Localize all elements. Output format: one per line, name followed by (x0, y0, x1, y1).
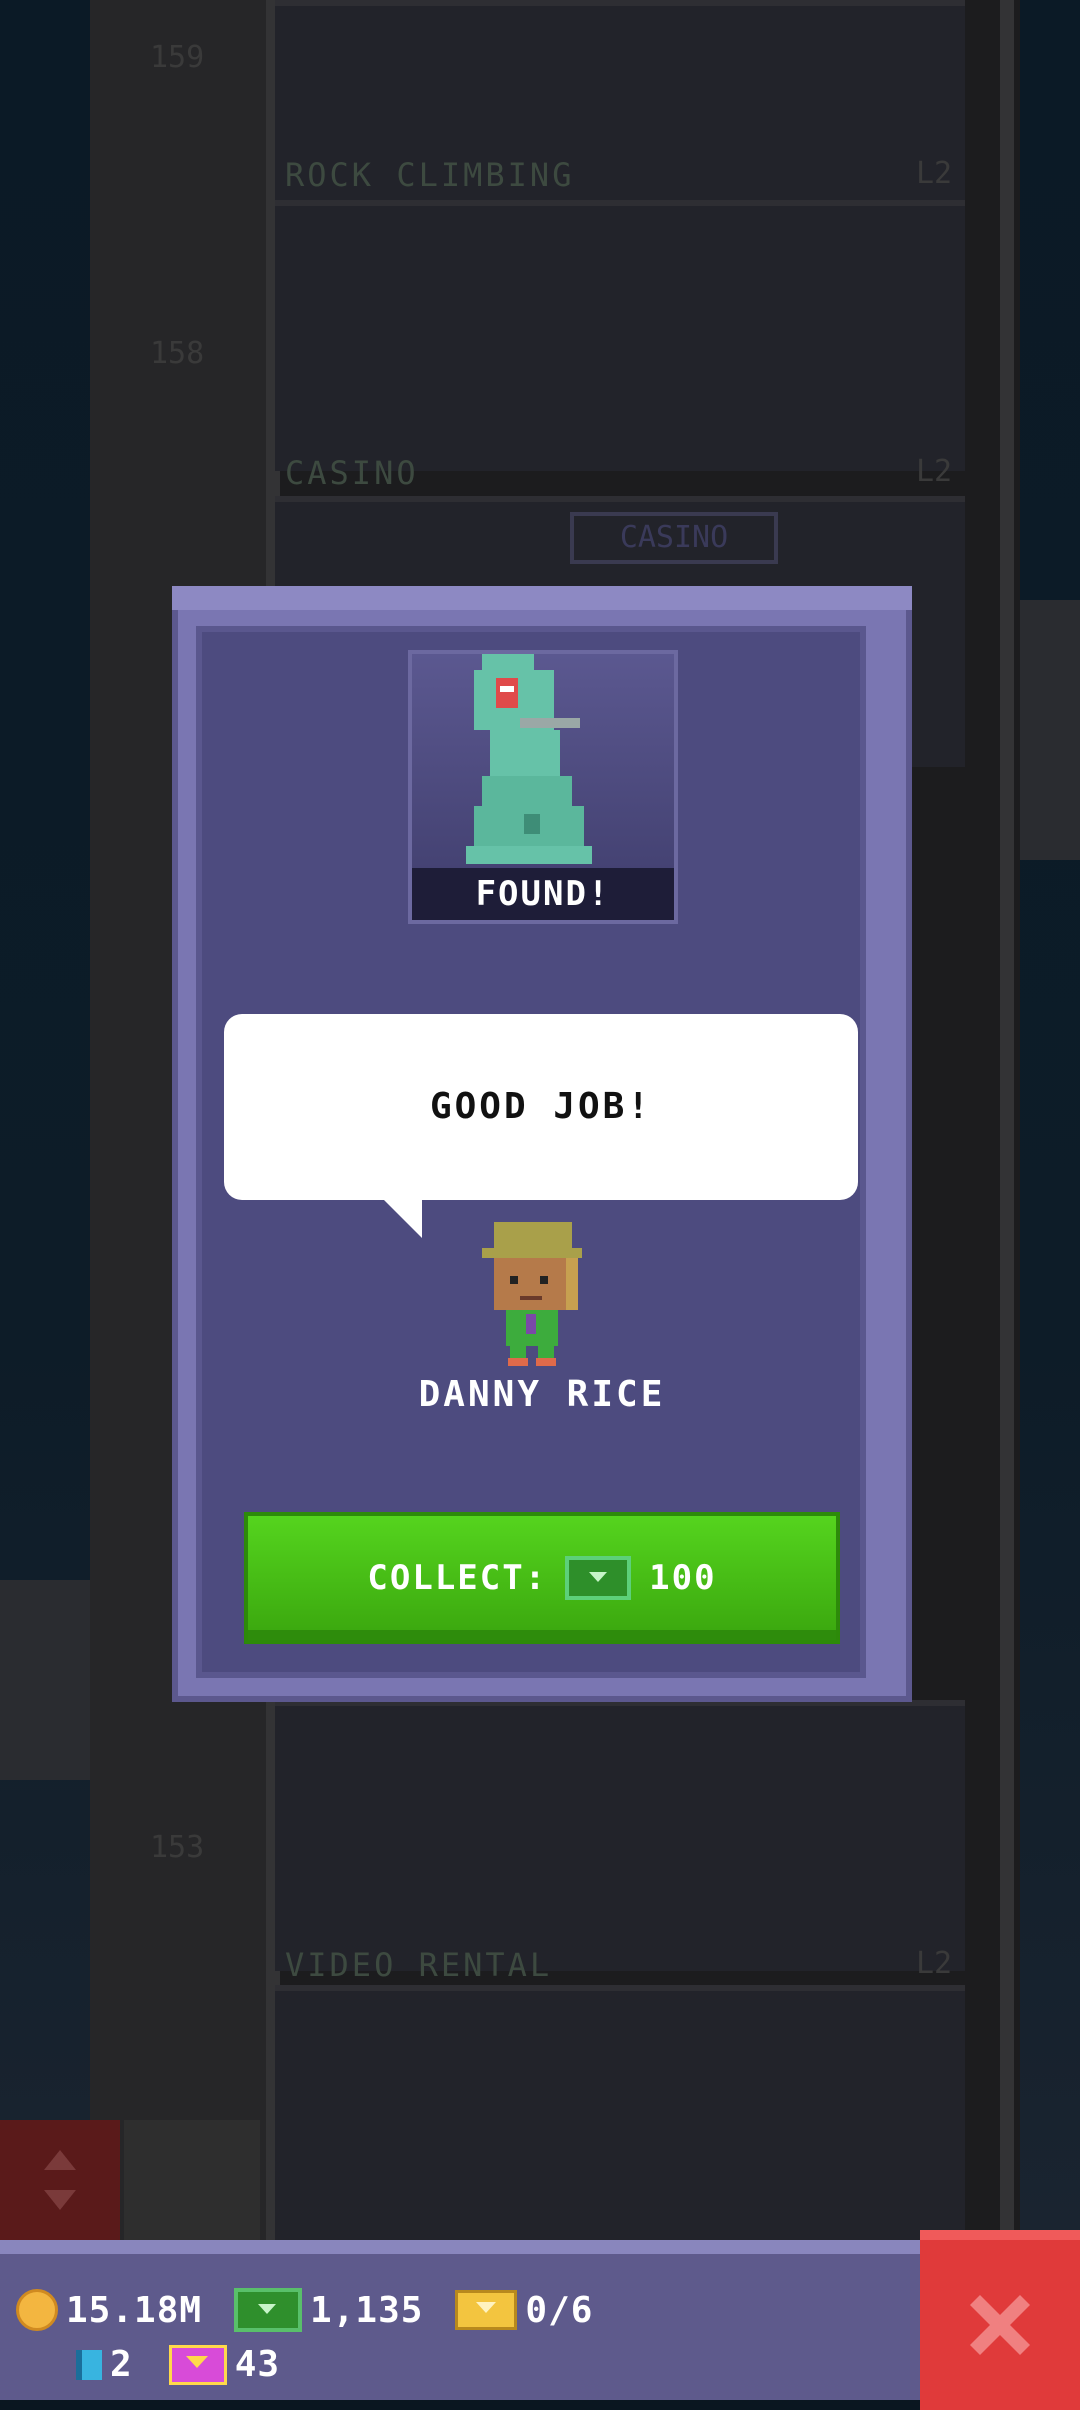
speech-text: GOOD JOB! (429, 1086, 653, 1127)
floor-room[interactable] (275, 1985, 965, 2241)
floor-name: ROCK CLIMBING (285, 156, 575, 194)
collect-amount: 100 (649, 1558, 717, 1598)
floor-number: 153 (150, 1830, 205, 1865)
floor-number: 159 (150, 40, 205, 75)
bux-value: 1,135 (310, 2289, 424, 2331)
tower-pillar (1000, 0, 1014, 2240)
floor-level: L2 (916, 156, 953, 191)
elevator-button[interactable] (0, 2120, 120, 2240)
close-icon (970, 2295, 1030, 2355)
statue-of-liberty-icon (466, 648, 592, 864)
cloud (0, 1580, 90, 1780)
tickets-value: 0/6 (525, 2289, 594, 2331)
floor-room[interactable] (275, 1700, 965, 1971)
found-item-frame: FOUND! (408, 648, 678, 924)
collect-button[interactable]: COLLECT: 100 (244, 1512, 840, 1644)
elevator-arrows-icon (44, 2150, 76, 2210)
resource-bar: 15.18M 1,135 0/6 2 43 (0, 2240, 1080, 2400)
vip-icon (168, 2344, 227, 2385)
left-action-buttons (0, 2120, 260, 2240)
key-icon (76, 2349, 102, 2380)
build-button[interactable] (124, 2120, 260, 2240)
floor-number: 158 (150, 336, 205, 371)
speech-bubble: GOOD JOB! (224, 1014, 858, 1200)
items-row: 2 43 (76, 2344, 280, 2385)
bux-icon (234, 2288, 303, 2332)
found-label: FOUND! (412, 868, 674, 920)
coin-icon (16, 2289, 58, 2331)
keys-value: 2 (110, 2344, 133, 2385)
golden-ticket-icon (455, 2290, 518, 2330)
speech-bubble-tail (382, 1198, 422, 1238)
found-dialog: FOUND! GOOD JOB! DANNY RICE COLLECT: 100 (172, 586, 912, 1702)
casino-sign: CASINO (570, 512, 778, 564)
collect-label: COLLECT: (367, 1558, 548, 1598)
bux-icon (565, 1556, 632, 1600)
currency-row: 15.18M 1,135 0/6 (16, 2288, 593, 2332)
dialog-top-edge (172, 586, 912, 610)
coins-value: 15.18M (66, 2289, 203, 2331)
cloud (1020, 600, 1080, 860)
resource-bar-edge (0, 2240, 1080, 2254)
floor-level: L2 (916, 454, 953, 489)
floor-level: L2 (916, 1946, 953, 1981)
vip-value: 43 (234, 2344, 281, 2385)
floor-room[interactable] (275, 200, 965, 471)
bitizen-character-icon (482, 1222, 582, 1366)
character-name: DANNY RICE (418, 1374, 666, 1415)
floor-name: CASINO (285, 454, 419, 492)
close-button[interactable] (920, 2230, 1080, 2410)
floor-name: VIDEO RENTAL (285, 1946, 553, 1984)
